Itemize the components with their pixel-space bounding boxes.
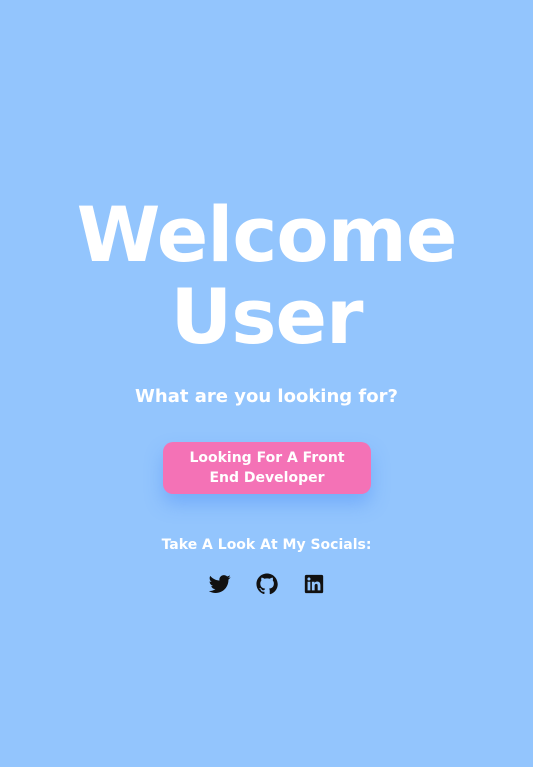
linkedin-link[interactable]: [303, 573, 325, 595]
socials-label: Take A Look At My Socials:: [161, 537, 372, 553]
twitter-icon: [208, 575, 231, 593]
title-line-welcome: Welcome: [76, 190, 458, 279]
front-end-developer-button[interactable]: Looking For A Front End Developer: [163, 442, 371, 494]
subtitle: What are you looking for?: [135, 386, 398, 407]
title-line-user: User: [170, 272, 364, 361]
linkedin-icon: [304, 574, 323, 594]
github-icon: [255, 573, 278, 595]
page-title: Welcome User: [0, 194, 533, 358]
social-links: [0, 573, 533, 595]
twitter-link[interactable]: [208, 573, 231, 595]
github-link[interactable]: [255, 573, 278, 595]
